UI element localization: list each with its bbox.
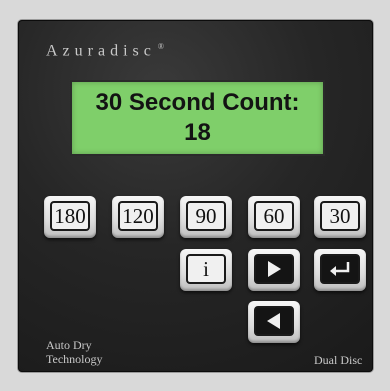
display-line-2: 18 (184, 119, 211, 146)
play-button[interactable] (248, 249, 300, 291)
key-120[interactable]: 120 (112, 196, 164, 238)
key-30[interactable]: 30 (314, 196, 366, 238)
info-label: i (186, 254, 226, 284)
key-180[interactable]: 180 (44, 196, 96, 238)
enter-button[interactable] (314, 249, 366, 291)
dual-disc-label: Dual Disc (314, 353, 363, 367)
key-90-label: 90 (186, 201, 226, 231)
key-60-label: 60 (254, 201, 294, 231)
key-30-label: 30 (320, 201, 360, 231)
auto-dry-label: Auto Dry Technology (46, 338, 102, 366)
device-frame: Azuradisc ® 30 Second Count: 18 180 120 9… (0, 0, 390, 391)
key-60[interactable]: 60 (248, 196, 300, 238)
key-120-label: 120 (118, 201, 158, 231)
back-button[interactable] (248, 301, 300, 343)
control-panel: Azuradisc ® 30 Second Count: 18 180 120 9… (18, 20, 373, 372)
lcd-display: 30 Second Count: 18 (70, 80, 325, 156)
display-line-1: 30 Second Count: (95, 89, 300, 116)
brand-logo: Azuradisc ® (46, 42, 164, 60)
play-icon (268, 261, 281, 277)
registered-mark: ® (157, 42, 164, 51)
key-90[interactable]: 90 (180, 196, 232, 238)
auto-dry-line-2: Technology (46, 352, 103, 366)
brand-name: Azuradisc (46, 42, 156, 60)
auto-dry-line-1: Auto Dry (46, 338, 92, 352)
enter-icon (330, 262, 350, 276)
back-icon (267, 313, 280, 329)
key-180-label: 180 (50, 201, 90, 231)
info-button[interactable]: i (180, 249, 232, 291)
